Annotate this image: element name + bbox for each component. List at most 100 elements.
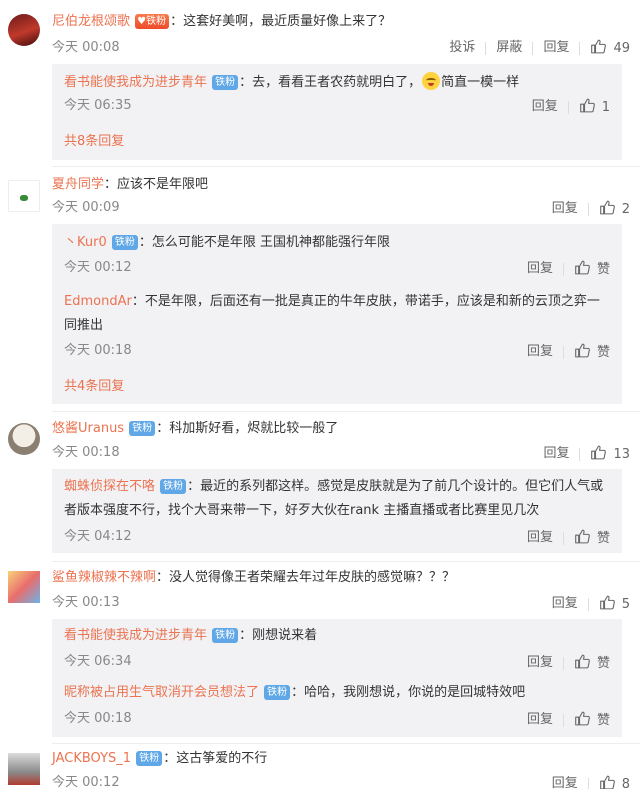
divider bbox=[562, 713, 564, 727]
thumbs-up-icon bbox=[599, 594, 616, 611]
reply-actions: 回复 赞 bbox=[527, 710, 610, 730]
like-button[interactable]: 8 bbox=[599, 774, 630, 789]
like-button[interactable]: 49 bbox=[590, 38, 630, 58]
comment-text: ：这套好美啊，最近质量好像上来了？ bbox=[170, 14, 392, 29]
comment-text: ：这古筝爱的不行 bbox=[163, 751, 268, 766]
thumbs-up-icon bbox=[574, 528, 591, 545]
username[interactable]: 看书能使我成为进步青年 bbox=[64, 75, 207, 90]
divider bbox=[562, 531, 564, 545]
like-button[interactable]: 2 bbox=[599, 199, 630, 219]
reply-content: 看书能使我成为进步青年 铁粉 ：刚想说来着 bbox=[64, 627, 317, 645]
reply-list: 看书能使我成为进步青年 铁粉 ：去，看看王者农药就明白了， 简直一模一样 今天 06… bbox=[52, 64, 622, 160]
like-button[interactable]: 赞 bbox=[574, 259, 610, 279]
avatar[interactable] bbox=[8, 423, 40, 455]
reply-button[interactable]: 回复 bbox=[552, 595, 578, 613]
reply-content: 昵称被占用生气取消开会员想法了 铁粉 ：哈哈，我刚想说，你说的是回城特效吧 bbox=[64, 684, 525, 702]
divider bbox=[562, 345, 564, 359]
thumbs-up-icon bbox=[574, 342, 591, 359]
block-button[interactable]: 屏蔽 bbox=[496, 39, 522, 57]
timestamp: 今天 00:18 bbox=[64, 343, 132, 358]
like-count: 5 bbox=[621, 597, 630, 612]
reply-content: 看书能使我成为进步青年 铁粉 ：去，看看王者农药就明白了， 简直一模一样 bbox=[64, 72, 519, 92]
comment-actions: 投诉 屏蔽 回复 49 bbox=[449, 38, 630, 58]
reply-button[interactable]: 回复 bbox=[527, 529, 553, 547]
like-button[interactable]: 赞 bbox=[574, 528, 610, 548]
username[interactable]: 尼伯龙根颂歌 bbox=[52, 14, 130, 29]
avatar[interactable] bbox=[8, 571, 40, 603]
comment-actions: 回复 2 bbox=[552, 199, 630, 219]
thumbs-up-icon bbox=[574, 653, 591, 670]
fan-badge: 铁粉 bbox=[212, 75, 239, 90]
like-button[interactable]: 5 bbox=[599, 594, 630, 614]
divider bbox=[587, 597, 589, 611]
report-button[interactable]: 投诉 bbox=[449, 39, 475, 57]
reply-content: 蜘蛛侦探在不咯 铁粉 ：最近的系列都这样。感觉是皮肤就是为了前几个设计的。但它们人… bbox=[64, 475, 609, 523]
reply-actions: 回复 赞 bbox=[527, 653, 610, 673]
comment-actions: 回复 13 bbox=[543, 444, 630, 464]
fan-badge: ♥铁粉 bbox=[135, 14, 170, 29]
like-button[interactable]: 赞 bbox=[574, 342, 610, 362]
like-button[interactable]: 赞 bbox=[574, 710, 610, 730]
divider bbox=[485, 41, 487, 55]
comment-divider bbox=[52, 743, 640, 744]
username[interactable]: 悠酱Uranus bbox=[52, 421, 124, 436]
timestamp: 今天 00:08 bbox=[52, 40, 120, 55]
reply-button[interactable]: 回复 bbox=[527, 260, 553, 278]
username[interactable]: 鲨鱼辣椒辣不辣啊 bbox=[52, 570, 156, 585]
avatar[interactable] bbox=[8, 14, 40, 46]
reply-actions: 回复 赞 bbox=[527, 259, 610, 279]
more-replies-link[interactable]: 共4条回复 bbox=[64, 378, 124, 396]
reply-text: ：怎么可能不是年限 王国机神都能强行年限 bbox=[138, 235, 391, 250]
avatar-dot bbox=[20, 195, 28, 201]
like-count: 赞 bbox=[596, 262, 610, 277]
fan-badge: 铁粉 bbox=[264, 685, 291, 700]
reply-list: 蜘蛛侦探在不咯 铁粉 ：最近的系列都这样。感觉是皮肤就是为了前几个设计的。但它们人… bbox=[52, 469, 622, 553]
fan-badge: 铁粉 bbox=[160, 479, 187, 494]
like-count: 8 bbox=[621, 777, 630, 789]
username[interactable]: 夏舟同学 bbox=[52, 177, 104, 192]
comment-divider bbox=[52, 411, 640, 412]
fan-badge: 铁粉 bbox=[111, 235, 138, 250]
thumbs-up-icon bbox=[599, 199, 616, 216]
username[interactable]: JACKBOYS_1 bbox=[52, 751, 131, 766]
like-count: 49 bbox=[613, 41, 630, 56]
timestamp: 今天 00:12 bbox=[64, 260, 132, 275]
username[interactable]: 昵称被占用生气取消开会员想法了 bbox=[64, 685, 259, 700]
like-count: 2 bbox=[621, 202, 630, 217]
reply-button[interactable]: 回复 bbox=[532, 98, 558, 116]
reply-button[interactable]: 回复 bbox=[552, 200, 578, 218]
like-button[interactable]: 赞 bbox=[574, 653, 610, 673]
reply-list: 看书能使我成为进步青年 铁粉 ：刚想说来着 今天 06:34 回复 赞 昵称被占用… bbox=[52, 619, 622, 737]
divider bbox=[562, 262, 564, 276]
comment-content: JACKBOYS_1 铁粉 ：这古筝爱的不行 bbox=[52, 750, 267, 768]
comment-content: 鲨鱼辣椒辣不辣啊：没人觉得像王者荣耀去年过年皮肤的感觉嘛？？？ bbox=[52, 569, 455, 587]
comment-content: 夏舟同学：应该不是年限吧 bbox=[52, 176, 208, 194]
reply-content: 丶Kur0 铁粉 ：怎么可能不是年限 王国机神都能强行年限 bbox=[64, 234, 390, 252]
reply-button[interactable]: 回复 bbox=[543, 39, 569, 57]
like-count: 赞 bbox=[596, 345, 610, 360]
divider bbox=[532, 41, 534, 55]
like-count: 赞 bbox=[596, 713, 610, 728]
divider bbox=[567, 100, 569, 114]
like-button[interactable]: 1 bbox=[579, 97, 610, 117]
username[interactable]: EdmondAr bbox=[64, 294, 132, 309]
more-replies-link[interactable]: 共8条回复 bbox=[64, 133, 124, 151]
username[interactable]: 看书能使我成为进步青年 bbox=[64, 628, 207, 643]
timestamp: 今天 06:34 bbox=[64, 654, 132, 669]
reply-button[interactable]: 回复 bbox=[527, 654, 553, 672]
reply-button[interactable]: 回复 bbox=[527, 711, 553, 729]
reply-actions: 回复 赞 bbox=[527, 528, 610, 548]
reply-actions: 回复 赞 bbox=[527, 342, 610, 362]
reply-button[interactable]: 回复 bbox=[527, 343, 553, 361]
like-count: 1 bbox=[601, 100, 610, 115]
thumbs-up-icon bbox=[574, 710, 591, 727]
avatar[interactable] bbox=[8, 753, 40, 785]
reply-button[interactable]: 回复 bbox=[543, 445, 569, 463]
like-button[interactable]: 13 bbox=[590, 444, 630, 464]
comment-text: ：应该不是年限吧 bbox=[104, 177, 209, 192]
username[interactable]: 蜘蛛侦探在不咯 bbox=[64, 479, 155, 494]
avatar[interactable] bbox=[8, 180, 40, 212]
username[interactable]: 丶Kur0 bbox=[64, 235, 107, 250]
reply-button[interactable]: 回复 bbox=[552, 775, 578, 789]
thumbs-up-icon bbox=[599, 774, 616, 789]
